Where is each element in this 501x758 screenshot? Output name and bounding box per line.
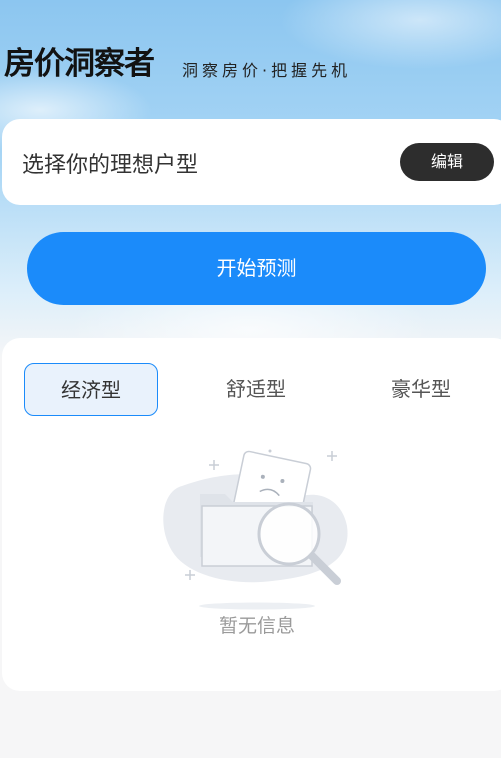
- app-subtitle: 洞察房价·把握先机: [182, 61, 352, 80]
- tab-economy[interactable]: 经济型: [24, 363, 158, 416]
- tab-comfort[interactable]: 舒适型: [189, 363, 323, 416]
- start-prediction-button[interactable]: 开始预测: [27, 232, 486, 305]
- house-type-tabs-card: 经济型 舒适型 豪华型 暂无信息: [2, 338, 501, 691]
- empty-folder-search-icon: [152, 446, 362, 616]
- empty-state-text: 暂无信息: [218, 615, 295, 637]
- house-type-selector-card[interactable]: 选择你的理想户型 编辑: [2, 119, 501, 205]
- edit-button[interactable]: 编辑: [400, 143, 494, 181]
- app-title: 房价洞察者: [4, 46, 155, 82]
- tab-luxury[interactable]: 豪华型: [354, 363, 488, 416]
- house-type-selector-label[interactable]: 选择你的理想户型: [22, 147, 198, 179]
